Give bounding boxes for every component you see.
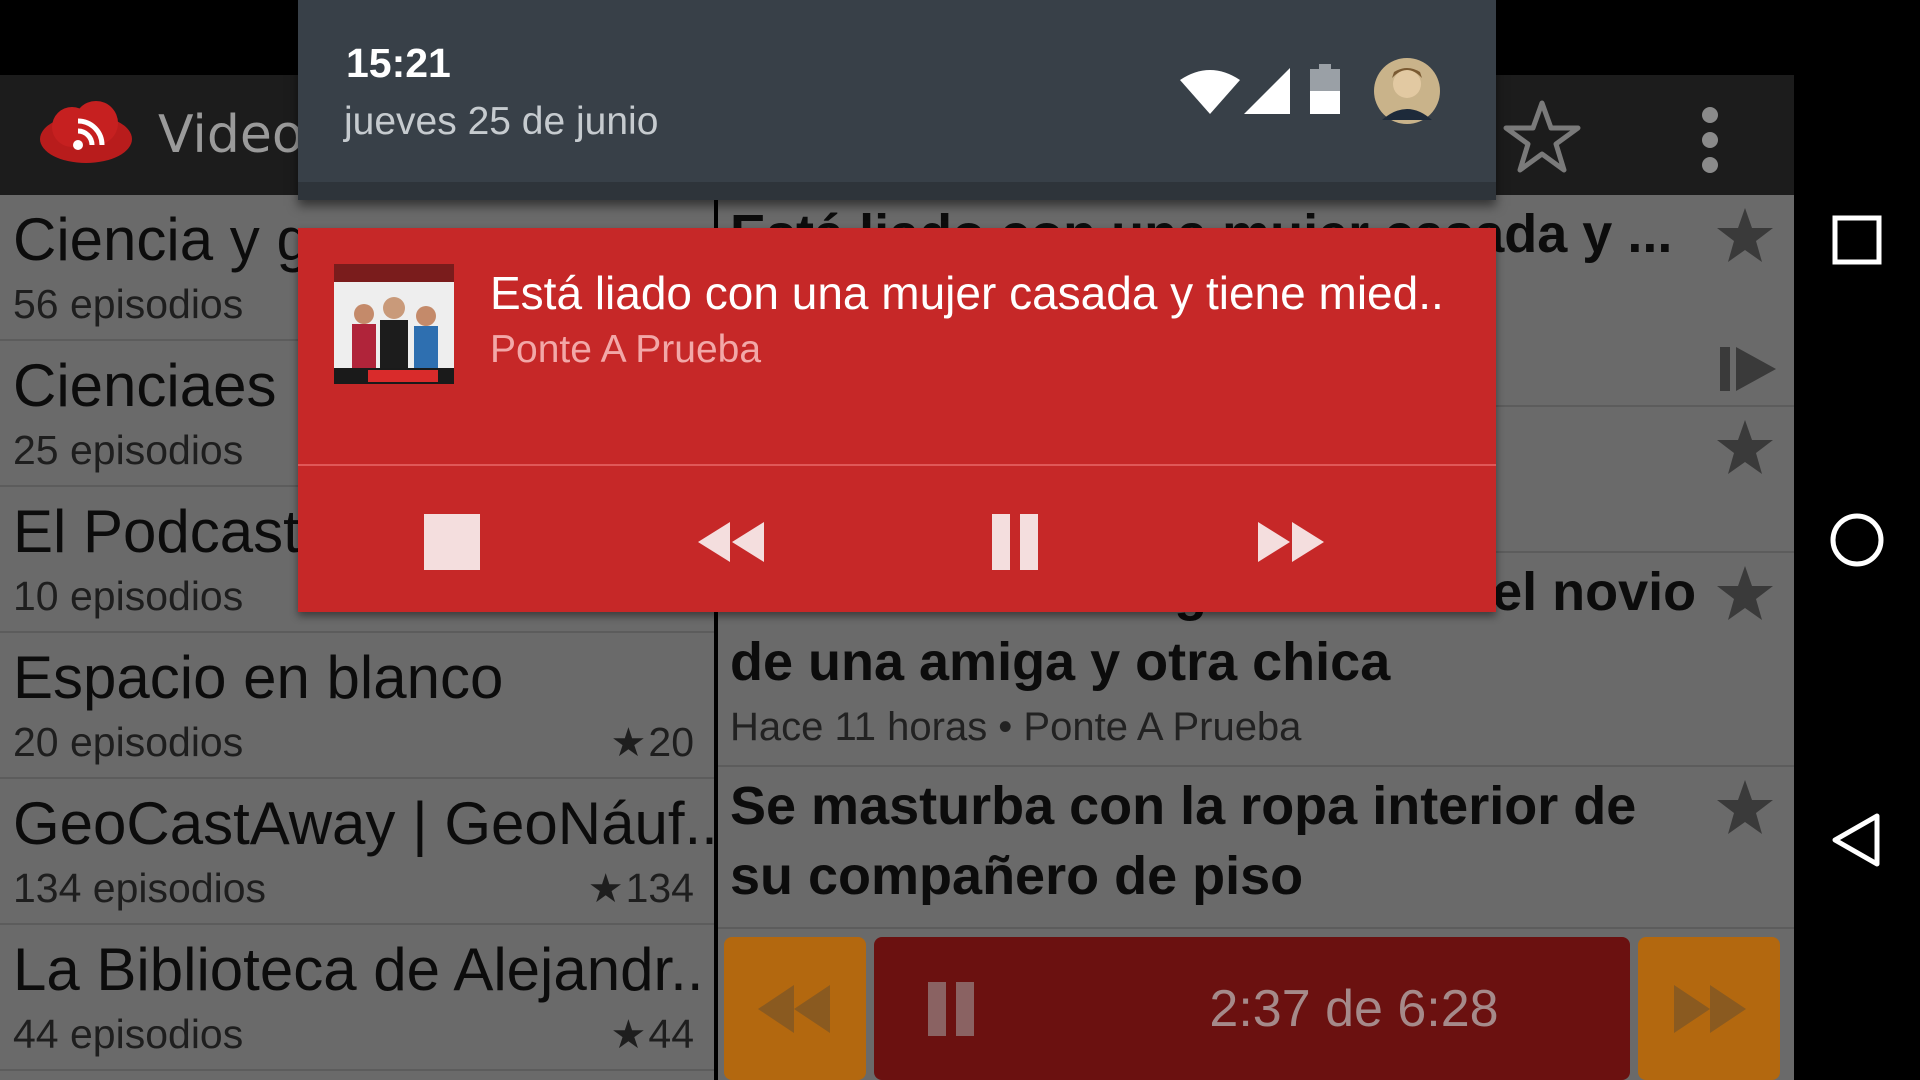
play-next-icon[interactable] — [1714, 341, 1780, 397]
fast-forward-button[interactable] — [1638, 937, 1780, 1080]
playback-time: 2:37 de 6:28 — [1209, 980, 1499, 1038]
rewind-button[interactable] — [724, 937, 866, 1080]
episode-count: 10 episodios — [13, 573, 244, 619]
clock: 15:21 — [346, 40, 451, 86]
feed-title: Cienciaes — [13, 352, 277, 419]
play-pause-time-button[interactable]: 2:37 de 6:28 — [874, 937, 1630, 1080]
shade-divider — [298, 182, 1496, 200]
rewind-icon — [698, 522, 764, 562]
feed-title: GeoCastAway | GeoNáuf.. — [13, 790, 718, 857]
feed-item[interactable]: La Biblioteca de Alejandr.. 44 episodios… — [0, 925, 714, 1071]
star-outline-icon[interactable] — [1502, 97, 1582, 177]
notification-shade-header: 15:21 jueves 25 de junio — [298, 0, 1496, 200]
back-triangle-icon[interactable] — [1817, 800, 1897, 880]
episode-title: Se masturba con la ropa interior de su c… — [730, 776, 1637, 906]
stop-button[interactable] — [388, 494, 508, 590]
feed-item[interactable]: GeoCastAway | GeoNáuf.. 134 episodios ★1… — [0, 779, 718, 925]
home-circle-icon[interactable] — [1817, 500, 1897, 580]
notification-title: Está liado con una mujer casada y tiene … — [490, 267, 1444, 319]
pause-button[interactable] — [952, 494, 1072, 590]
star-icon[interactable] — [1714, 777, 1776, 839]
artwork-image — [334, 264, 454, 384]
pause-icon — [992, 514, 1038, 570]
episode-item[interactable]: Se masturba con la ropa interior de su c… — [718, 767, 1794, 929]
stop-icon — [424, 514, 480, 570]
fast-forward-icon — [1674, 985, 1746, 1033]
rewind-button[interactable] — [670, 494, 790, 590]
episode-count: 20 episodios — [13, 719, 244, 765]
navigation-bar — [1794, 0, 1920, 1080]
star-icon: ★ — [610, 1013, 647, 1057]
cell-signal-icon — [1244, 68, 1290, 114]
star-icon: ★ — [587, 867, 624, 911]
favorites-count: ★134 — [588, 865, 694, 912]
date[interactable]: jueves 25 de junio — [344, 100, 658, 144]
rewind-icon — [758, 985, 830, 1033]
status-icons — [1180, 56, 1440, 126]
recents-square-icon[interactable] — [1817, 200, 1897, 280]
feed-title: Espacio en blanco — [13, 644, 504, 711]
star-icon[interactable] — [1714, 563, 1776, 625]
star-icon: ★ — [610, 721, 647, 765]
episode-count: 134 episodios — [13, 865, 267, 911]
feed-item[interactable]: Espacio en blanco 20 episodios ★20 — [0, 633, 714, 779]
episode-count: 25 episodios — [13, 427, 244, 473]
podcast-artwork — [334, 264, 454, 384]
media-notification[interactable]: Está liado con una mujer casada y tiene … — [298, 228, 1496, 612]
feed-title: Ciencia y g — [13, 206, 310, 273]
battery-icon — [1310, 64, 1340, 114]
notification-subtitle: Ponte A Prueba — [490, 328, 762, 371]
pause-icon — [928, 982, 974, 1036]
fast-forward-icon — [1258, 522, 1324, 562]
notification-divider — [298, 464, 1496, 466]
feed-title: El Podcast — [13, 498, 300, 565]
episode-count: 56 episodios — [13, 281, 244, 327]
app-title: Video — [158, 105, 304, 165]
favorites-value: 20 — [648, 719, 694, 765]
favorites-value: 134 — [625, 865, 694, 911]
favorites-count: ★44 — [611, 1011, 694, 1058]
favorites-value: 44 — [648, 1011, 694, 1057]
star-icon[interactable] — [1714, 417, 1776, 479]
more-vert-icon[interactable] — [1686, 103, 1734, 177]
wifi-icon — [1180, 70, 1240, 114]
star-icon[interactable] — [1714, 205, 1776, 267]
favorites-count: ★20 — [611, 719, 694, 766]
episode-meta: Hace 11 horas • Ponte A Prueba — [730, 705, 1302, 749]
podcast-cloud-icon[interactable] — [38, 97, 134, 167]
player-bar: 2:37 de 6:28 — [718, 929, 1794, 1080]
episode-count: 44 episodios — [13, 1011, 244, 1057]
feed-title: La Biblioteca de Alejandr.. — [13, 936, 704, 1003]
avatar[interactable] — [1374, 58, 1440, 124]
fast-forward-button[interactable] — [1232, 494, 1352, 590]
